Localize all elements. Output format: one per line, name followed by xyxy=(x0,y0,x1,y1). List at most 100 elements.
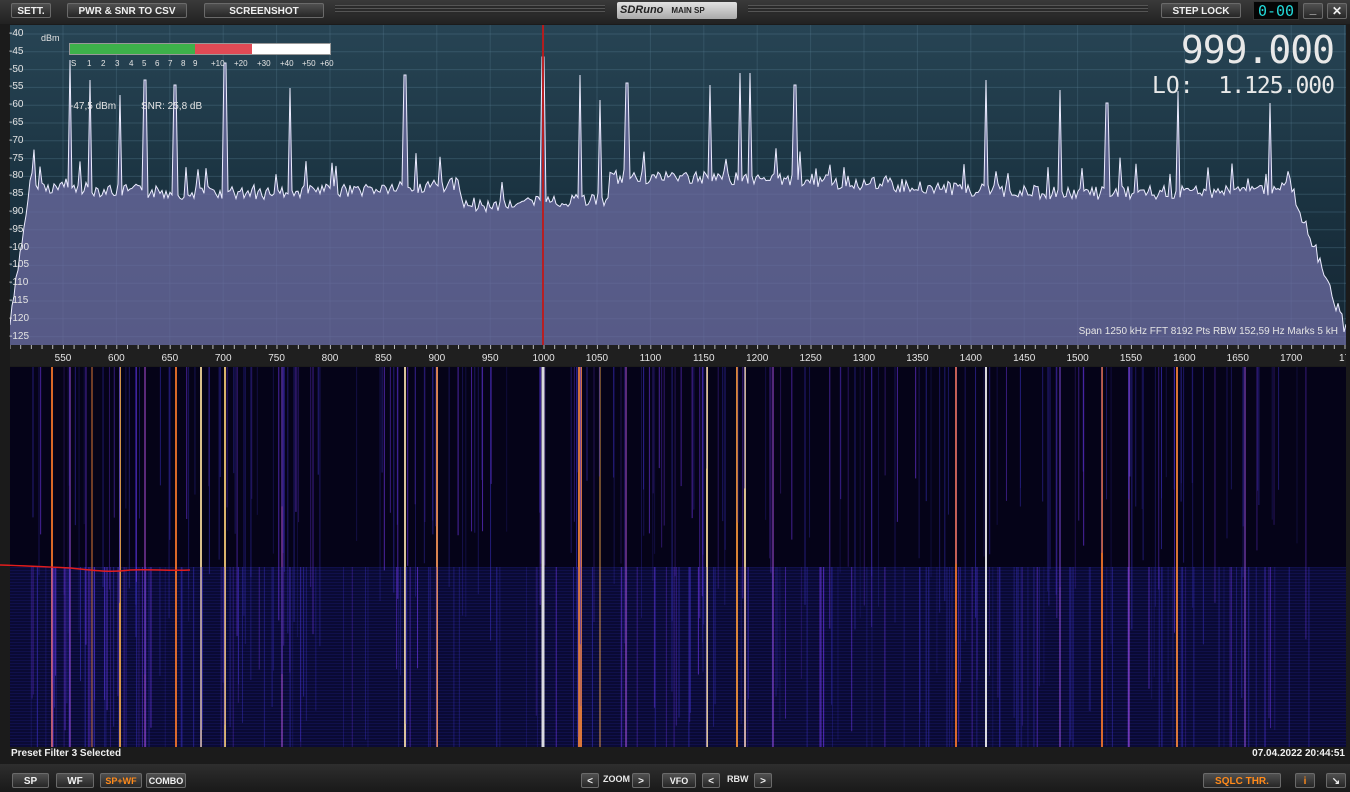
window-logo: SDRuno MAIN SP xyxy=(617,2,737,19)
minimize-button[interactable]: _ xyxy=(1303,3,1323,19)
dbm-tick-label: -55 xyxy=(9,81,24,93)
frequency-tick-label: 550 xyxy=(55,353,72,364)
lo-label: LO: xyxy=(1152,73,1194,99)
frequency-tick-label: 850 xyxy=(375,353,392,364)
wf-mode-button[interactable]: WF xyxy=(56,773,94,788)
frequency-tick-label: 800 xyxy=(322,353,339,364)
dbm-unit-label: dBm xyxy=(41,33,60,43)
s-meter-green-bar xyxy=(70,44,195,54)
step-lock-button[interactable]: STEP LOCK xyxy=(1161,3,1241,18)
frequency-tick-label: 650 xyxy=(161,353,178,364)
waterfall-signal-traces xyxy=(30,367,1310,747)
signal-level-readout: -47,5 dBm xyxy=(70,101,117,112)
span-info: Span 1250 kHz FFT 8192 Pts RBW 152,59 Hz… xyxy=(1078,326,1338,337)
frequency-tick-label: 1450 xyxy=(1013,353,1036,364)
status-datetime: 07.04.2022 20:44:51 xyxy=(1252,748,1345,759)
dbm-tick-label: -50 xyxy=(9,63,24,75)
vfo-button[interactable]: VFO xyxy=(662,773,696,788)
dbm-tick-label: -110 xyxy=(9,277,29,289)
dbm-tick-label: -120 xyxy=(9,312,30,324)
waterfall-panel[interactable] xyxy=(10,367,1346,747)
close-button[interactable]: ✕ xyxy=(1327,3,1347,19)
info-button[interactable]: i xyxy=(1295,773,1315,788)
s-meter-scale-label: S xyxy=(71,59,77,68)
export-csv-button[interactable]: PWR & SNR TO CSV xyxy=(67,3,187,18)
dbm-tick-label: -45 xyxy=(9,45,24,57)
combo-mode-button[interactable]: COMBO xyxy=(146,773,186,788)
step-display[interactable]: 0-00 xyxy=(1253,1,1299,20)
screenshot-button[interactable]: SCREENSHOT xyxy=(204,3,324,18)
s-meter-scale-label: 9 xyxy=(193,59,198,68)
frequency-tick-label: 600 xyxy=(108,353,125,364)
frequency-tick-label: 1600 xyxy=(1173,353,1196,364)
dbm-tick-label: -90 xyxy=(9,206,24,217)
s-meter-scale-label: 4 xyxy=(129,59,134,68)
frequency-tick-label: 1400 xyxy=(960,353,983,364)
rbw-increase-button[interactable]: > xyxy=(754,773,772,788)
rbw-label: RBW xyxy=(727,774,749,784)
s-meter-scale-label: 8 xyxy=(181,59,186,68)
dbm-tick-label: -115 xyxy=(9,295,29,306)
s-meter-scale-label: 5 xyxy=(142,59,147,68)
frequency-tick-label: 1650 xyxy=(1227,353,1250,364)
frequency-tick-label: 1250 xyxy=(799,353,822,364)
dbm-tick-label: -95 xyxy=(9,223,24,235)
dbm-tick-label: -80 xyxy=(9,170,24,182)
frequency-tick-label: 1050 xyxy=(586,353,609,364)
frequency-tick-label: 900 xyxy=(428,353,445,364)
grip-left[interactable] xyxy=(335,5,605,14)
frequency-tick-label: 1000 xyxy=(532,353,555,364)
dbm-tick-label: -70 xyxy=(9,134,24,146)
resize-icon[interactable]: ↘ xyxy=(1326,773,1346,788)
dbm-tick-label: -40 xyxy=(9,28,24,39)
frequency-tick-label: 1700 xyxy=(1280,353,1303,364)
zoom-out-button[interactable]: < xyxy=(581,773,599,788)
frequency-tick-label: 1200 xyxy=(746,353,769,364)
settings-button[interactable]: SETT. xyxy=(11,3,51,18)
s-meter-scale-label: 7 xyxy=(168,59,173,68)
frequency-tick-label: 17 xyxy=(1339,353,1346,364)
window-name: MAIN SP xyxy=(671,6,705,15)
sp-mode-button[interactable]: SP xyxy=(12,773,49,788)
s-meter-scale-label: +50 xyxy=(302,59,316,68)
s-meter-scale-label: +30 xyxy=(257,59,271,68)
dbm-tick-label: -100 xyxy=(9,241,30,253)
snr-readout: SNR: 25,8 dB xyxy=(141,101,203,112)
s-meter-scale-label: +20 xyxy=(234,59,248,68)
dbm-tick-label: -125 xyxy=(9,330,30,342)
frequency-tick-label: 950 xyxy=(482,353,499,364)
brand-name: SDRuno xyxy=(620,4,664,16)
squelch-threshold-button[interactable]: SQLC THR. xyxy=(1203,773,1281,788)
s-meter-scale-label: +60 xyxy=(320,59,334,68)
rbw-decrease-button[interactable]: < xyxy=(702,773,720,788)
spectrum-plot xyxy=(10,25,1346,345)
zoom-label: ZOOM xyxy=(603,774,630,784)
s-meter-scale-label: +10 xyxy=(211,59,225,68)
spectrum-panel[interactable] xyxy=(10,25,1346,345)
s-meter-scale-label: +40 xyxy=(280,59,294,68)
frequency-axis[interactable]: 550 600 650 700 750 800 850 900 950 1000 1050 1100 1… xyxy=(10,345,1346,366)
frequency-tick-label: 1550 xyxy=(1120,353,1143,364)
frequency-axis-ticks: 550 600 650 700 750 800 850 900 950 1000 1050 1100 1… xyxy=(10,345,1346,364)
frequency-display[interactable]: 999.000 xyxy=(1140,28,1335,72)
frequency-tick-label: 1500 xyxy=(1066,353,1089,364)
sp-wf-mode-button[interactable]: SP+WF xyxy=(100,773,142,788)
frequency-tick-label: 1100 xyxy=(640,353,662,364)
s-meter-red-bar xyxy=(194,44,252,54)
hand-drawn-red-annotation xyxy=(0,564,191,572)
zoom-in-button[interactable]: > xyxy=(632,773,650,788)
frequency-tick-label: 1350 xyxy=(906,353,929,364)
frequency-tick-label: 1150 xyxy=(693,353,715,364)
grip-right[interactable] xyxy=(748,5,1148,14)
status-message: Preset Filter 3 Selected xyxy=(11,748,122,759)
frequency-tick-label: 1300 xyxy=(853,353,876,364)
frequency-tick-label: 750 xyxy=(268,353,285,364)
dbm-tick-label: -60 xyxy=(9,99,24,111)
frequency-tick-label: 700 xyxy=(215,353,232,364)
dbm-tick-label: -85 xyxy=(9,188,24,200)
lo-frequency-display[interactable]: 1.125.000 xyxy=(1200,73,1335,99)
dbm-tick-label: -65 xyxy=(9,117,24,128)
s-meter xyxy=(69,43,331,55)
spectrum-fill xyxy=(10,57,1346,345)
s-meter-scale-label: 1 xyxy=(87,59,92,68)
